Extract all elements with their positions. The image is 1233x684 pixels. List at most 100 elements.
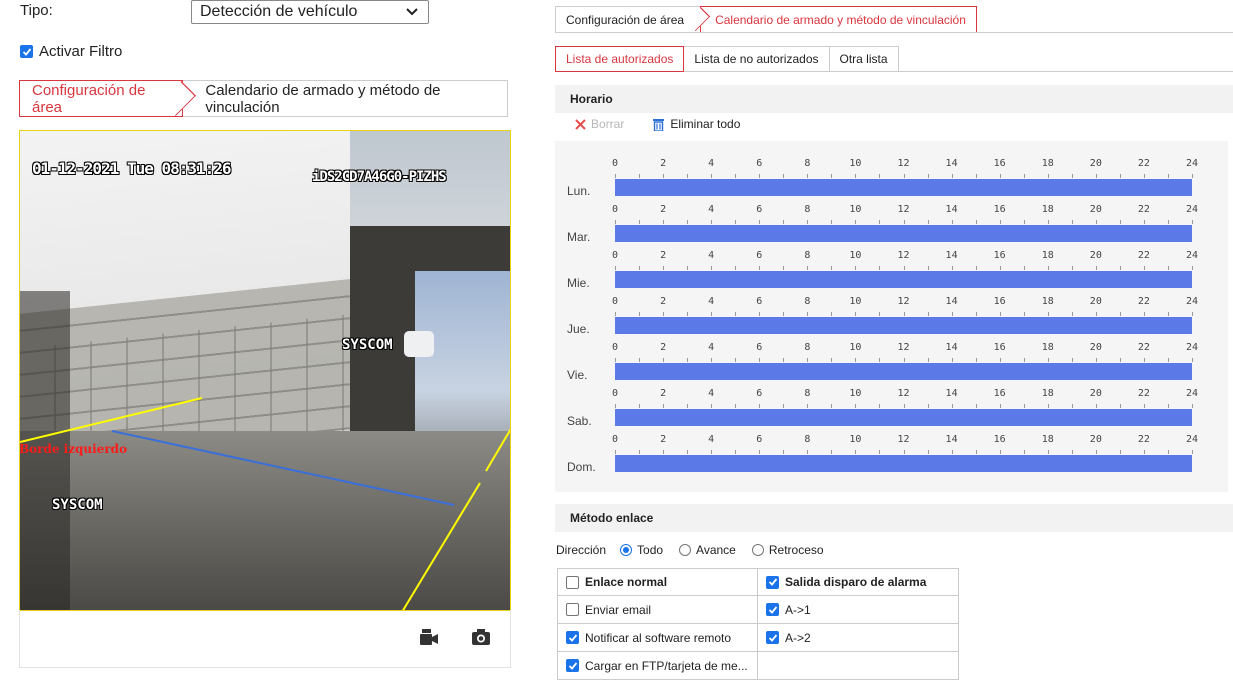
- direction-option-label: Todo: [637, 543, 664, 557]
- tab-schedule-linkage[interactable]: Calendario de armado y método de vincula…: [183, 81, 507, 116]
- armed-time-bar[interactable]: [615, 271, 1192, 288]
- tab-area-config[interactable]: Configuración de área: [19, 80, 184, 117]
- camera-live-view[interactable]: 01-12-2021 Tue 08:31:26 iDS2CD7A46G0-PIZ…: [19, 130, 511, 611]
- hour-tick: [759, 404, 761, 408]
- hour-tick: [1143, 220, 1145, 224]
- direction-radio-all[interactable]: [620, 544, 633, 556]
- hour-tick: [687, 404, 689, 408]
- hour-label: 22: [1137, 342, 1150, 353]
- direction-radio-forward[interactable]: [679, 544, 692, 556]
- hour-tick: [1023, 312, 1025, 316]
- tab-other-list[interactable]: Otra lista: [828, 46, 899, 72]
- hour-tick: [735, 312, 737, 316]
- notify-remote-label: Notificar al software remoto: [585, 630, 732, 645]
- hour-label: 6: [756, 158, 763, 169]
- hour-tick: [1095, 312, 1097, 316]
- video-toolbar: [19, 610, 511, 668]
- hour-tick: [879, 174, 881, 178]
- hour-tick: [1071, 220, 1073, 224]
- hour-label: 22: [1137, 158, 1150, 169]
- alarm-output-a2-checkbox[interactable]: [766, 631, 779, 644]
- schedule-day-row: 0 2 4 6 8 10 12 14 16 18 20 22 24 Sab.: [555, 388, 1228, 434]
- hour-label: 20: [1089, 250, 1102, 261]
- hour-tick: [1095, 174, 1097, 178]
- armed-time-bar[interactable]: [615, 363, 1192, 380]
- type-select[interactable]: Detección de vehículo: [191, 0, 429, 24]
- schedule-day-row: 0 2 4 6 8 10 12 14 16 18 20 22 24 Dom.: [555, 434, 1228, 480]
- alarm-output-checkbox[interactable]: [766, 575, 779, 589]
- hour-tick: [855, 174, 857, 178]
- hour-tick: [999, 358, 1001, 362]
- hour-label: 12: [897, 434, 910, 445]
- hour-label: 12: [897, 388, 910, 399]
- detection-lines-overlay[interactable]: [20, 131, 511, 611]
- hour-tick: [1119, 312, 1121, 316]
- normal-linkage-checkbox[interactable]: [566, 575, 579, 589]
- filter-toggle[interactable]: Activar Filtro: [20, 43, 122, 60]
- armed-time-bar[interactable]: [615, 317, 1192, 334]
- delete-all-label: Eliminar todo: [670, 117, 741, 131]
- tab-authorized-list[interactable]: Lista de autorizados: [555, 46, 685, 72]
- table-row: Enlace normal Salida disparo de alarma: [557, 568, 959, 596]
- hour-tick: [687, 174, 689, 178]
- trash-icon: [653, 118, 665, 131]
- hour-label: 14: [945, 342, 958, 353]
- direction-radio-reverse[interactable]: [751, 544, 764, 556]
- tab-unauthorized-list[interactable]: Lista de no autorizados: [683, 46, 830, 72]
- hour-tick: [927, 312, 929, 316]
- left-tab-bar: Configuración de área Calendario de arma…: [19, 80, 508, 117]
- hour-tick: [735, 266, 737, 270]
- linkage-header: Método enlace: [555, 504, 1233, 532]
- hour-label: 14: [945, 388, 958, 399]
- hour-tick: [663, 404, 665, 408]
- delete-button[interactable]: Borrar: [575, 117, 624, 131]
- hour-label: 12: [897, 158, 910, 169]
- day-label: Dom.: [567, 460, 596, 474]
- alarm-output-a1-label: A->1: [785, 602, 811, 617]
- delete-all-button[interactable]: Eliminar todo: [652, 117, 740, 131]
- record-icon[interactable]: [418, 626, 440, 648]
- hour-tick: [879, 312, 881, 316]
- camera-icon[interactable]: [470, 626, 492, 648]
- hour-tick: [1047, 266, 1049, 270]
- armed-time-bar[interactable]: [615, 455, 1192, 472]
- hour-tick: [735, 358, 737, 362]
- armed-time-bar[interactable]: [615, 225, 1192, 242]
- hour-label: 24: [1185, 388, 1199, 399]
- hour-tick: [807, 312, 809, 316]
- hour-tick: [1167, 266, 1169, 270]
- hour-label: 6: [756, 296, 763, 307]
- hour-tick: [1071, 266, 1073, 270]
- hour-tick: [1095, 358, 1097, 362]
- hour-tick: [663, 266, 665, 270]
- table-row: Cargar en FTP/tarjeta de me...: [557, 651, 959, 680]
- armed-time-bar[interactable]: [615, 409, 1192, 426]
- hour-tick: [1167, 450, 1169, 454]
- hour-tick: [951, 220, 953, 224]
- hour-label: 22: [1137, 250, 1150, 261]
- hour-tick: [1143, 450, 1145, 454]
- filter-checkbox[interactable]: [20, 45, 33, 58]
- hour-tick: [1119, 404, 1121, 408]
- hour-tick: [639, 404, 641, 408]
- normal-linkage-label: Enlace normal: [585, 575, 668, 589]
- hour-tick: [1071, 174, 1073, 178]
- hour-tick: [807, 220, 809, 224]
- tab-area-config-right[interactable]: Configuración de área: [555, 6, 701, 32]
- alarm-output-a1-checkbox[interactable]: [766, 603, 779, 616]
- notify-remote-checkbox[interactable]: [566, 631, 579, 644]
- hour-label: 6: [756, 434, 763, 445]
- armed-time-bar[interactable]: [615, 179, 1192, 196]
- upload-ftp-checkbox[interactable]: [566, 659, 579, 672]
- direction-option-label: Avance: [696, 543, 736, 557]
- hour-label: 16: [993, 250, 1006, 261]
- send-email-checkbox[interactable]: [566, 603, 579, 616]
- hour-label: 4: [708, 250, 715, 261]
- hour-tick: [735, 174, 737, 178]
- tab-schedule-linkage-right[interactable]: Calendario de armado y método de vincula…: [700, 6, 977, 32]
- hour-tick: [951, 404, 953, 408]
- hour-label: 18: [1041, 388, 1054, 399]
- alarm-output-label: Salida disparo de alarma: [785, 575, 927, 589]
- hour-tick: [831, 450, 833, 454]
- hour-tick: [687, 450, 689, 454]
